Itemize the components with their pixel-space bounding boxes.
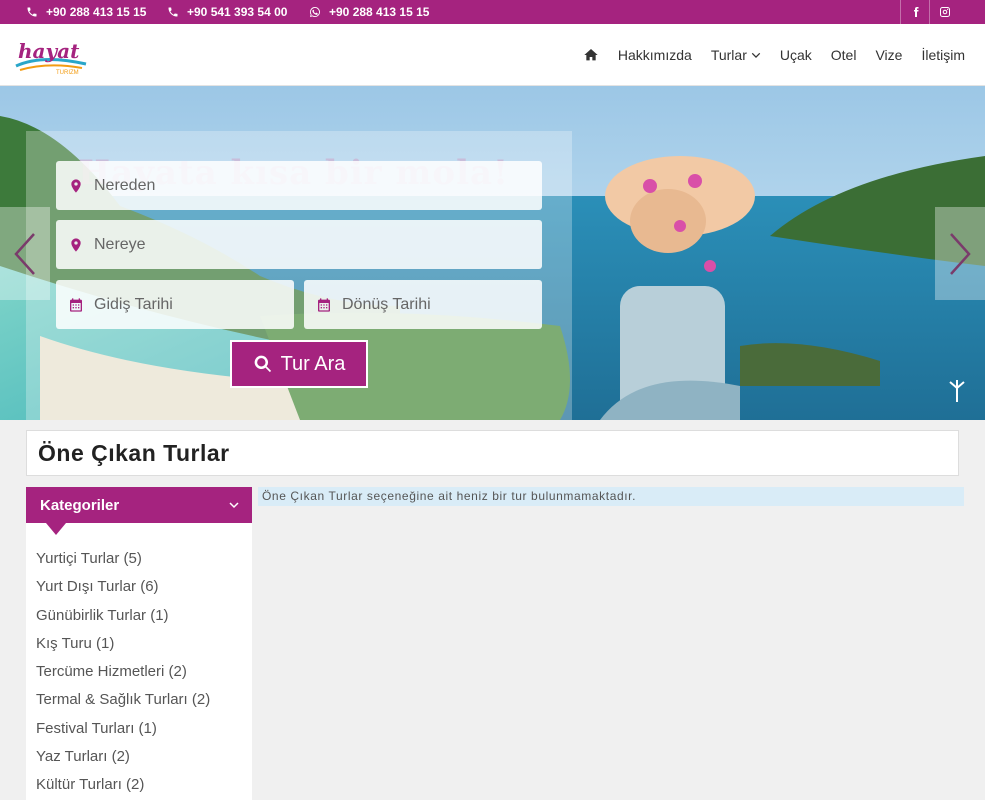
return-date-input[interactable]: Dönüş Tarihi	[304, 280, 542, 329]
categories-header-pointer	[46, 523, 66, 535]
nav-hotel-label: Otel	[830, 47, 857, 63]
departure-date-placeholder: Gidiş Tarihi	[94, 295, 173, 313]
home-icon	[584, 49, 598, 61]
logo-text: hayat	[18, 39, 80, 63]
nav-home[interactable]	[583, 47, 599, 63]
nav-contact-label: İletişim	[921, 47, 965, 63]
category-item[interactable]: Yurtiçi Turlar (5)	[36, 547, 210, 575]
slider-next-button[interactable]	[935, 207, 985, 300]
search-icon	[254, 355, 271, 373]
phone-contact-2[interactable]: +90 541 393 54 00	[167, 5, 287, 19]
featured-tours-title: Öne Çıkan Turlar	[26, 430, 959, 476]
location-pin-icon	[71, 237, 81, 252]
instagram-icon	[939, 7, 950, 17]
main-nav: Hakkımızda Turlar Uçak Otel Vize İletişi…	[583, 24, 965, 86]
location-pin-icon	[71, 178, 81, 193]
return-date-placeholder: Dönüş Tarihi	[342, 295, 431, 313]
whatsapp-icon	[310, 7, 320, 17]
nav-tours[interactable]: Turlar	[711, 47, 761, 63]
nav-flight[interactable]: Uçak	[780, 47, 812, 63]
origin-placeholder: Nereden	[94, 176, 156, 194]
category-item[interactable]: Yurt Dışı Turlar (6)	[36, 575, 210, 603]
watermark-icon	[949, 380, 965, 402]
logo-subtext: TURIZM	[56, 70, 79, 76]
site-logo[interactable]: hayat TURIZM	[12, 34, 92, 76]
destination-placeholder: Nereye	[94, 235, 146, 253]
phone-icon	[168, 7, 178, 17]
instagram-link[interactable]	[929, 0, 959, 24]
chevron-left-icon	[14, 232, 35, 275]
calendar-icon	[318, 297, 330, 312]
phone-number-2: +90 541 393 54 00	[187, 5, 288, 19]
category-item[interactable]: Tercüme Hizmetleri (2)	[36, 660, 210, 688]
category-item[interactable]: Kültür Turları (2)	[36, 773, 210, 800]
top-contact-bar: +90 288 413 15 15 +90 541 393 54 00 +90 …	[0, 0, 985, 24]
chevron-down-icon	[229, 502, 239, 509]
calendar-icon	[70, 297, 82, 312]
nav-flight-label: Uçak	[779, 47, 812, 63]
nav-about[interactable]: Hakkımızda	[618, 47, 692, 63]
category-item[interactable]: Günübirlik Turlar (1)	[36, 604, 210, 632]
hero-slider: Hayata kısa bir mola! Nereden Nereye Gid…	[0, 86, 985, 420]
chevron-down-icon	[751, 52, 761, 58]
categories-sidebar: Kategoriler Yurtiçi Turlar (5) Yurt Dışı…	[26, 487, 252, 800]
slider-prev-button[interactable]	[0, 207, 50, 300]
category-list: Yurtiçi Turlar (5) Yurt Dışı Turlar (6) …	[36, 547, 210, 800]
chevron-right-icon	[950, 232, 971, 275]
search-tour-button[interactable]: Tur Ara	[230, 340, 368, 388]
categories-title: Kategoriler	[40, 496, 120, 514]
whatsapp-contact[interactable]: +90 288 413 15 15	[309, 5, 429, 19]
departure-date-input[interactable]: Gidiş Tarihi	[56, 280, 294, 329]
category-item[interactable]: Termal & Sağlık Turları (2)	[36, 688, 210, 716]
phone-contact-1[interactable]: +90 288 413 15 15	[26, 5, 146, 19]
nav-contact[interactable]: İletişim	[921, 47, 965, 63]
nav-about-label: Hakkımızda	[617, 47, 692, 63]
destination-input[interactable]: Nereye	[56, 220, 542, 269]
phone-icon	[27, 7, 37, 17]
category-item[interactable]: Kış Turu (1)	[36, 632, 210, 660]
phone-number-1: +90 288 413 15 15	[46, 5, 147, 19]
origin-input[interactable]: Nereden	[56, 161, 542, 210]
whatsapp-number: +90 288 413 15 15	[329, 5, 430, 19]
nav-hotel[interactable]: Otel	[831, 47, 857, 63]
nav-tours-label: Turlar	[710, 47, 747, 63]
categories-header[interactable]: Kategoriler	[26, 487, 252, 523]
category-item[interactable]: Yaz Turları (2)	[36, 745, 210, 773]
nav-visa[interactable]: Vize	[875, 47, 902, 63]
site-header: hayat TURIZM Hakkımızda Turlar Uçak Otel…	[0, 24, 985, 86]
nav-visa-label: Vize	[875, 47, 903, 63]
facebook-link[interactable]	[900, 0, 930, 24]
no-tours-notice: Öne Çıkan Turlar seçeneğine ait heniz bi…	[258, 487, 964, 506]
search-tour-label: Tur Ara	[280, 352, 346, 375]
category-item[interactable]: Festival Turları (1)	[36, 717, 210, 745]
facebook-icon	[913, 7, 918, 17]
